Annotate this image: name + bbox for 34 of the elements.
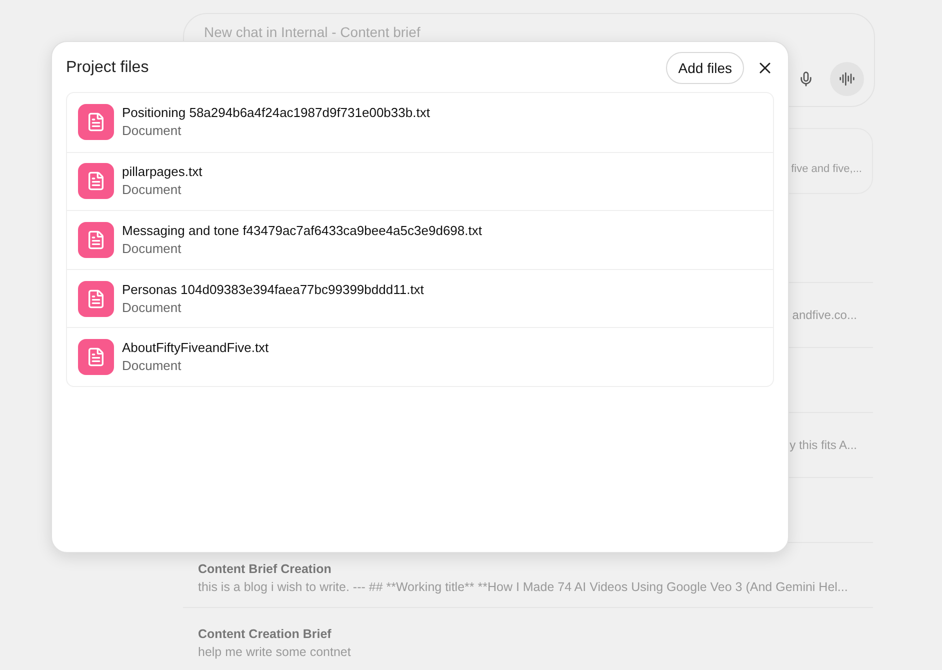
voice-button[interactable] <box>830 62 864 96</box>
chat-snippet: y this fits A... <box>790 437 857 454</box>
document-icon <box>78 280 114 317</box>
file-row[interactable]: Positioning 58a294b6a4f24ac1987d9f731e00b33b.txt Document <box>67 93 773 152</box>
chat-snippet: this is a blog i wish to write. --- ## **Working title** **How I Made 74 AI Videos Using Google Veo 3 (And Gemini Hel... <box>198 579 848 596</box>
file-name: pillarpages.txt <box>122 163 202 182</box>
file-name: AboutFiftyFiveandFive.txt <box>122 339 269 358</box>
file-type: Document <box>122 298 182 317</box>
dialog-title: Project files <box>66 58 150 78</box>
file-type: Document <box>122 357 182 376</box>
file-row[interactable]: Personas 104d09383e394faea77bc99399bddd11.txt Document <box>67 268 773 328</box>
file-type: Document <box>122 240 182 258</box>
document-icon <box>78 339 114 376</box>
document-icon <box>78 104 114 140</box>
waveform-icon <box>839 71 855 87</box>
file-row[interactable]: Messaging and tone f43479ac7af6433ca9bee4a5c3e9d698.txt Document <box>67 210 773 269</box>
microphone-icon[interactable] <box>798 71 814 87</box>
chat-item[interactable]: Content Creation Brief help me write some contnet <box>183 608 873 670</box>
file-row[interactable]: pillarpages.txt Document <box>67 152 773 210</box>
file-name: Messaging and tone f43479ac7af6433ca9bee4a5c3e9d698.txt <box>122 222 482 240</box>
document-icon <box>78 163 114 200</box>
file-type: Document <box>122 122 182 140</box>
file-row[interactable]: AboutFiftyFiveandFive.txt Document <box>67 327 773 386</box>
file-name: Personas 104d09383e394faea77bc99399bddd11.txt <box>122 280 424 299</box>
chat-snippet: andfive.co... <box>792 307 857 324</box>
message-placeholder: New chat in Internal - Content brief <box>204 23 422 41</box>
add-files-button[interactable]: Add files <box>666 52 744 84</box>
card-snippet: five and five,... <box>791 162 862 178</box>
chat-title: Content Brief Creation <box>198 561 332 578</box>
document-icon <box>78 222 114 258</box>
file-type: Document <box>122 181 182 200</box>
chat-snippet: help me write some contnet <box>198 644 351 661</box>
chat-title: Content Creation Brief <box>198 626 332 643</box>
file-name: Positioning 58a294b6a4f24ac1987d9f731e00b33b.txt <box>122 104 430 122</box>
